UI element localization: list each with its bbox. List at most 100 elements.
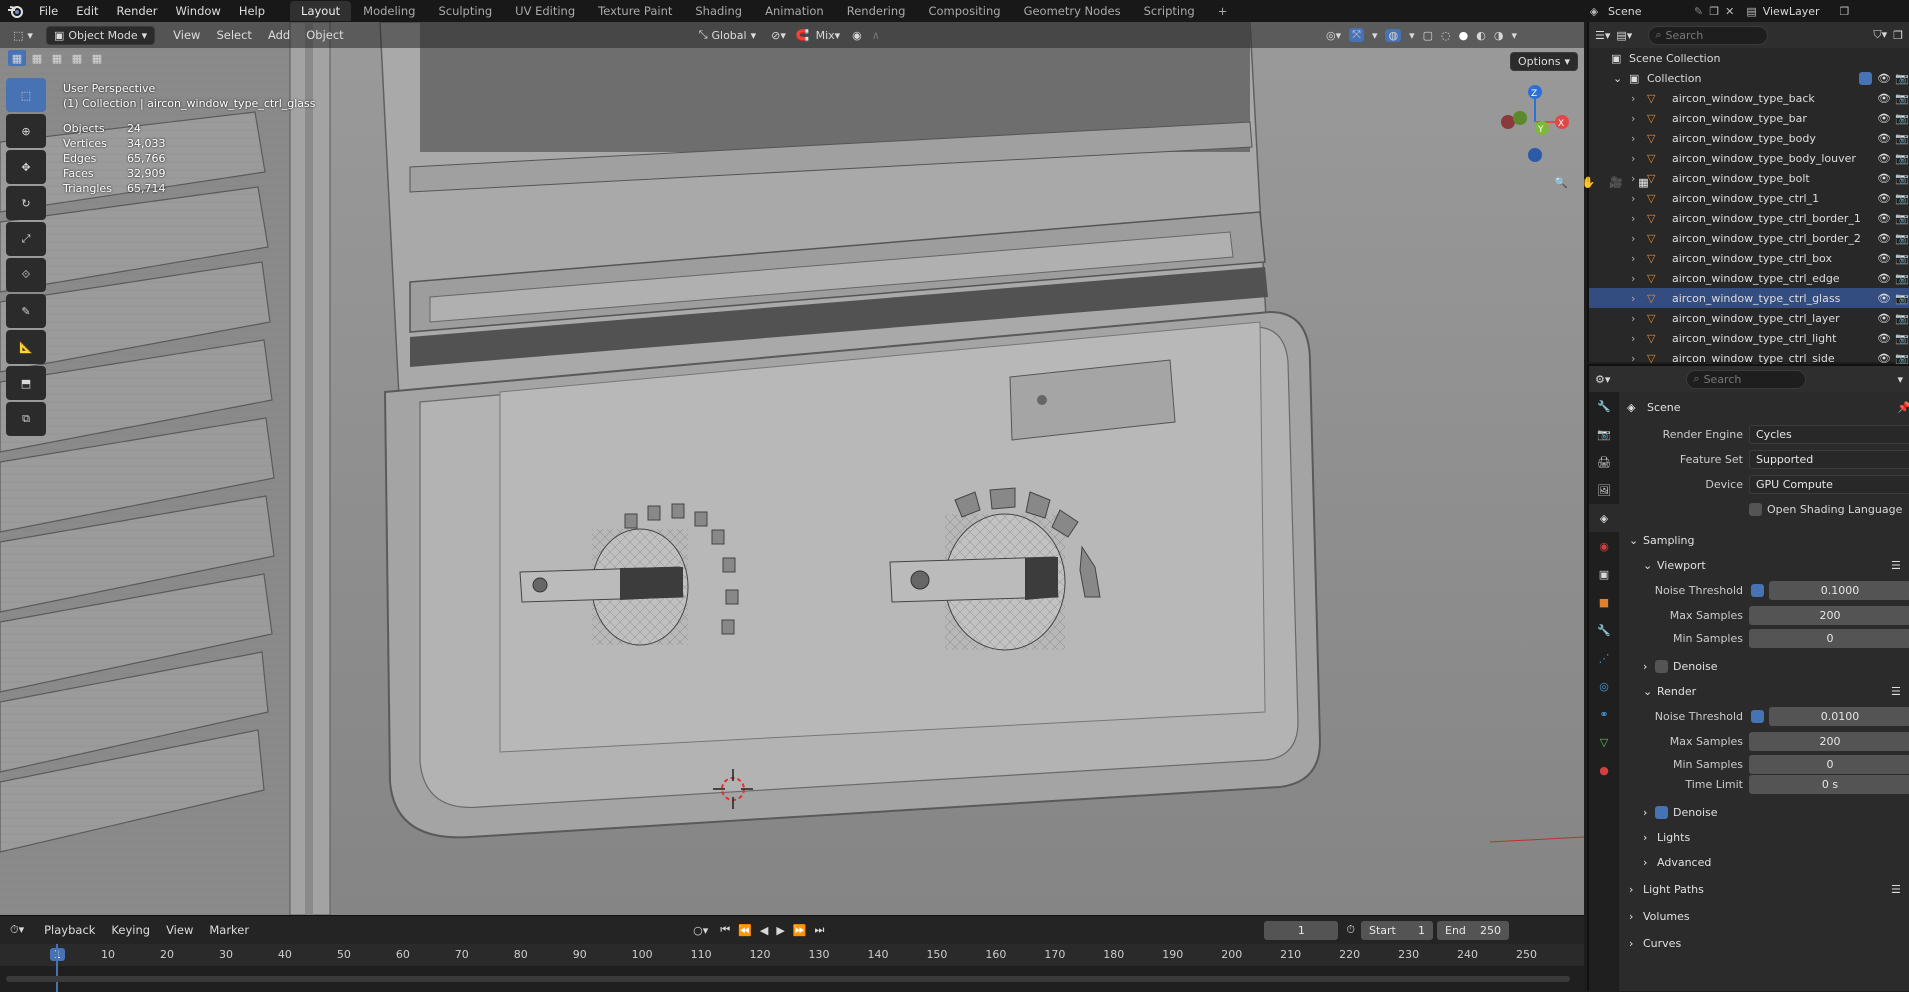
outliner-item[interactable]: › ▽ aircon_window_type_ctrl_edge 👁 📷	[1589, 268, 1909, 288]
ortho-toggle-icon[interactable]: ▦	[1632, 168, 1656, 196]
visibility-icon[interactable]: 👁	[1877, 152, 1891, 165]
tab-uv-editing[interactable]: UV Editing	[504, 1, 586, 21]
shading-dropdown-icon[interactable]: ▾	[1511, 29, 1517, 42]
render-min-samples-field[interactable]: 0	[1749, 754, 1909, 774]
visibility-icon[interactable]: 👁	[1877, 92, 1891, 105]
editor-outliner-icon[interactable]: ☰▾	[1595, 29, 1610, 42]
select-intersect-icon[interactable]: ▦	[88, 50, 106, 66]
lights-subpanel-header[interactable]: › Lights	[1621, 825, 1909, 850]
tab-geometry-nodes[interactable]: Geometry Nodes	[1013, 1, 1132, 21]
select-invert-icon[interactable]: ▦	[68, 50, 86, 66]
expand-icon[interactable]: ›	[1631, 132, 1635, 145]
collection-render-icon[interactable]: 📷	[1895, 72, 1909, 85]
physics-tab[interactable]: ◎	[1589, 672, 1619, 700]
select-subtract-icon[interactable]: ▦	[48, 50, 66, 66]
outliner-item[interactable]: › ▽ aircon_window_type_ctrl_box 👁 📷	[1589, 248, 1909, 268]
tab-compositing[interactable]: Compositing	[917, 1, 1011, 21]
options-button[interactable]: Options ▾	[1510, 52, 1578, 71]
osl-checkbox[interactable]	[1749, 503, 1762, 516]
scrollbar[interactable]	[6, 976, 1570, 982]
cursor-tool[interactable]: ⊕	[6, 114, 46, 148]
viewport-noise-threshold-checkbox[interactable]	[1751, 584, 1764, 597]
add-cube-tool[interactable]: ⬒	[6, 366, 46, 400]
list-icon[interactable]: ☰	[1891, 883, 1901, 896]
menu-edit[interactable]: Edit	[67, 4, 107, 18]
outliner-item[interactable]: › ▽ aircon_window_type_ctrl_glass 👁 📷	[1589, 288, 1909, 308]
render-denoise-header[interactable]: › Denoise	[1621, 800, 1909, 825]
expand-icon[interactable]: ›	[1631, 92, 1635, 105]
time-limit-field[interactable]: 0 s	[1749, 774, 1909, 794]
render-visibility-icon[interactable]: 📷	[1895, 152, 1909, 165]
play-icon[interactable]: ▶	[776, 924, 784, 937]
tab-rendering[interactable]: Rendering	[836, 1, 917, 21]
measure-tool[interactable]: 📐	[6, 330, 46, 364]
timeline-track[interactable]	[0, 944, 1584, 992]
render-visibility-icon[interactable]: 📷	[1895, 112, 1909, 125]
menu-render[interactable]: Render	[108, 4, 167, 18]
tab-scripting[interactable]: Scripting	[1133, 1, 1206, 21]
overlays-icon[interactable]: ◍	[1385, 28, 1402, 42]
list-icon[interactable]: ☰	[1891, 685, 1901, 698]
particles-tab[interactable]: ⋰	[1589, 644, 1619, 672]
outliner-item[interactable]: › ▽ aircon_window_type_ctrl_border_2 👁 📷	[1589, 228, 1909, 248]
visibility-icon[interactable]: 👁	[1877, 132, 1891, 145]
rendered-shading-icon[interactable]: ◑	[1494, 29, 1504, 42]
expand-icon[interactable]: ›	[1631, 232, 1635, 245]
scene-tab[interactable]: ◈	[1589, 504, 1619, 532]
object-tab[interactable]: ■	[1589, 588, 1619, 616]
scale-tool[interactable]: ⤢	[6, 222, 46, 256]
material-shading-icon[interactable]: ◐	[1476, 29, 1486, 42]
start-frame-field[interactable]: Start 1	[1361, 920, 1433, 940]
zoom-icon[interactable]: 🔍	[1549, 168, 1573, 196]
play-reverse-icon[interactable]: ◀	[760, 924, 768, 937]
light-paths-panel-header[interactable]: › Light Paths ☰	[1621, 877, 1909, 902]
modifier-tab[interactable]: 🔧	[1589, 616, 1619, 644]
visibility-icon[interactable]: ◎▾	[1326, 29, 1341, 42]
advanced-subpanel-header[interactable]: › Advanced	[1621, 850, 1909, 875]
viewport-denoise-checkbox[interactable]	[1655, 660, 1668, 673]
scene-icon[interactable]: ◈	[1586, 5, 1602, 18]
world-tab[interactable]: ◉	[1589, 532, 1619, 560]
pin-icon[interactable]: 📌	[1897, 401, 1909, 414]
pin-icon[interactable]: ✎	[1694, 5, 1703, 18]
tab-layout[interactable]: Layout	[290, 1, 352, 21]
tab-sculpting[interactable]: Sculpting	[427, 1, 503, 21]
render-visibility-icon[interactable]: 📷	[1895, 332, 1909, 345]
render-visibility-icon[interactable]: 📷	[1895, 132, 1909, 145]
move-tool[interactable]: ✥	[6, 150, 46, 184]
device-dropdown[interactable]: GPU Compute	[1749, 475, 1909, 494]
filter-icon[interactable]: ⛉▾	[1873, 28, 1887, 42]
select-extend-icon[interactable]: ▦	[28, 50, 46, 66]
expand-icon[interactable]: ›	[1631, 252, 1635, 265]
visibility-icon[interactable]: 👁	[1877, 212, 1891, 225]
visibility-icon[interactable]: 👁	[1877, 312, 1891, 325]
annotate-tool[interactable]: ✎	[6, 294, 46, 328]
timeline-ruler[interactable]: 1102030405060708090100110120130140150160…	[0, 944, 1584, 966]
scene-selector[interactable]: Scene	[1608, 5, 1688, 18]
outliner-item[interactable]: › ▽ aircon_window_type_body_louver 👁 📷	[1589, 148, 1909, 168]
visibility-icon[interactable]: 👁	[1877, 332, 1891, 345]
tool-tab[interactable]: 🔧	[1589, 392, 1619, 420]
expand-icon[interactable]: ›	[1631, 272, 1635, 285]
current-frame-field[interactable]: 1	[1264, 920, 1339, 940]
expand-collection-icon[interactable]: ⌄	[1613, 72, 1622, 85]
outliner-item[interactable]: › ▽ aircon_window_type_ctrl_layer 👁 📷	[1589, 308, 1909, 328]
delete-scene-icon[interactable]: ✕	[1725, 5, 1734, 18]
render-visibility-icon[interactable]: 📷	[1895, 172, 1909, 185]
editor-properties-icon[interactable]: ⚙▾	[1595, 373, 1610, 386]
viewport-menu-select[interactable]: Select	[208, 28, 259, 42]
properties-options-icon[interactable]: ▾	[1897, 373, 1903, 386]
render-visibility-icon[interactable]: 📷	[1895, 252, 1909, 265]
visibility-icon[interactable]: 👁	[1877, 352, 1891, 365]
camera-view-icon[interactable]: 🎥	[1604, 168, 1628, 196]
viewlayer-icon[interactable]: ▤	[1746, 5, 1756, 18]
jump-end-icon[interactable]: ⏭	[815, 923, 825, 937]
sampling-panel-header[interactable]: ⌄ Sampling	[1621, 528, 1909, 553]
expand-icon[interactable]: ›	[1631, 312, 1635, 325]
timeline-menu-keying[interactable]: Keying	[103, 923, 158, 937]
outliner-item[interactable]: › ▽ aircon_window_type_ctrl_border_1 👁 📷	[1589, 208, 1909, 228]
viewport-menu-object[interactable]: Object	[298, 28, 351, 42]
output-tab[interactable]: 🖨	[1589, 448, 1619, 476]
visibility-icon[interactable]: 👁	[1877, 292, 1891, 305]
timeline-menu-playback[interactable]: Playback	[36, 923, 103, 937]
